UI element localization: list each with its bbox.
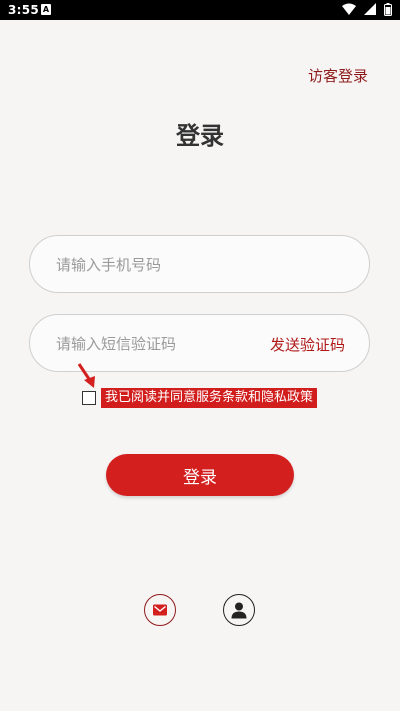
account-login-button[interactable] bbox=[223, 594, 255, 626]
battery-icon bbox=[384, 3, 392, 16]
status-bar: 3:55 A bbox=[0, 0, 400, 20]
mail-login-button[interactable] bbox=[144, 594, 176, 626]
send-code-button[interactable]: 发送验证码 bbox=[270, 334, 345, 355]
notification-icon: A bbox=[41, 4, 51, 15]
agreement-text[interactable]: 我已阅读并同意服务条款和隐私政策 bbox=[101, 388, 318, 408]
agreement-checkbox[interactable] bbox=[82, 391, 96, 405]
login-button[interactable]: 登录 bbox=[106, 454, 294, 496]
wifi-icon bbox=[342, 3, 357, 15]
user-icon bbox=[231, 602, 247, 619]
signal-icon bbox=[364, 3, 377, 15]
mail-icon bbox=[153, 604, 167, 616]
status-time: 3:55 bbox=[8, 3, 40, 17]
agreement-row: 我已阅读并同意服务条款和隐私政策 bbox=[82, 388, 342, 410]
status-icons bbox=[338, 3, 392, 17]
page-title: 登录 bbox=[176, 122, 224, 150]
phone-field bbox=[29, 235, 370, 294]
guest-login-link[interactable]: 访客登录 bbox=[308, 65, 368, 86]
hint-arrow-icon bbox=[77, 363, 95, 388]
phone-input[interactable] bbox=[54, 236, 258, 294]
